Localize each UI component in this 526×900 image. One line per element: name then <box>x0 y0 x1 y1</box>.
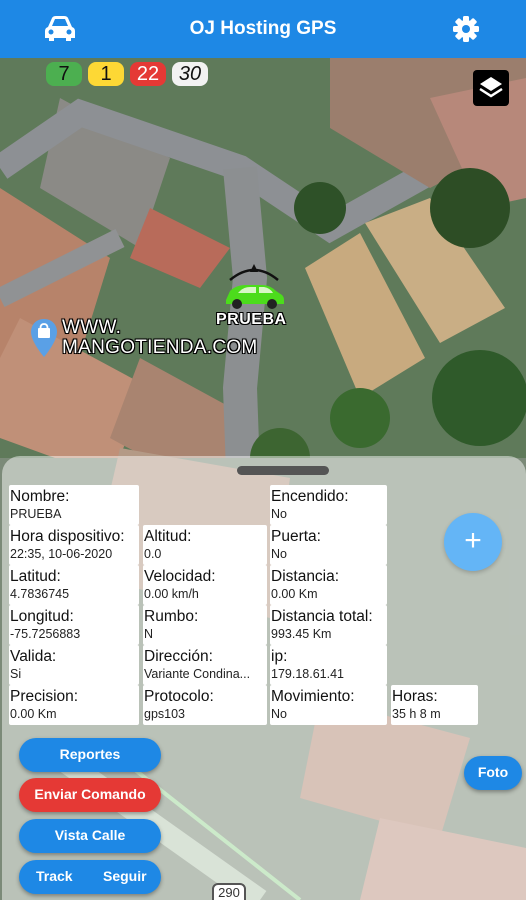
track-label[interactable]: Track <box>36 860 73 892</box>
detail-value: PRUEBA <box>10 507 62 521</box>
counter-total[interactable]: 30 <box>172 62 208 86</box>
plus-icon: + <box>464 524 482 557</box>
detail-value: 4.7836745 <box>10 587 70 601</box>
detail-value: -75.7256883 <box>10 627 81 641</box>
detail-label: Distancia total: <box>271 608 373 625</box>
detail-nombre: Nombre: PRUEBA <box>9 485 139 525</box>
vista-calle-button[interactable]: Vista Calle <box>19 819 161 853</box>
detail-precision: Precision: 0.00 Km <box>9 685 139 725</box>
detail-value: 0.00 Km <box>271 587 318 601</box>
detail-rumbo: Rumbo: N <box>143 605 267 645</box>
location-bag-icon[interactable] <box>30 318 58 363</box>
detail-label: Valida: <box>10 648 57 665</box>
layers-icon[interactable] <box>473 70 509 106</box>
detail-movimiento: Movimiento: No <box>270 685 387 725</box>
counter-yellow[interactable]: 1 <box>88 62 124 86</box>
foto-button[interactable]: Foto <box>464 756 522 790</box>
detail-value: No <box>271 707 287 721</box>
detail-altitud: Altitud: 0.0 <box>143 525 267 565</box>
detail-encendido: Encendido: No <box>270 485 387 525</box>
detail-value: N <box>144 627 154 641</box>
detail-value: 35 h 8 m <box>392 707 441 721</box>
detail-velocidad: Velocidad: 0.00 km/h <box>143 565 267 605</box>
detail-label: Latitud: <box>10 568 61 585</box>
detail-value: Variante Condina... <box>144 667 251 681</box>
detail-ip: ip: 179.18.61.41 <box>270 645 387 685</box>
detail-label: Hora dispositivo: <box>10 528 125 545</box>
detail-label: Dirección: <box>144 648 213 665</box>
detail-direccion: Dirección: Variante Condina... <box>143 645 267 685</box>
detail-label: Longitud: <box>10 608 74 625</box>
detail-label: Encendido: <box>271 488 349 505</box>
enviar-comando-button[interactable]: Enviar Comando <box>19 778 161 812</box>
status-counters: 7 1 22 30 <box>46 62 208 86</box>
detail-value: Si <box>10 667 22 681</box>
detail-protocolo: Protocolo: gps103 <box>143 685 267 725</box>
add-button[interactable]: + <box>444 513 502 571</box>
detail-value: 0.0 <box>144 547 162 561</box>
road-shield: 290 <box>212 883 246 900</box>
drag-handle[interactable] <box>237 466 329 475</box>
detail-hora: Hora dispositivo: 22:35, 10-06-2020 <box>9 525 139 565</box>
detail-value: 0.00 Km <box>10 707 57 721</box>
detail-puerta: Puerta: No <box>270 525 387 565</box>
detail-value: 993.45 Km <box>271 627 332 641</box>
detail-label: ip: <box>271 648 288 665</box>
poi-label-line2: MANGOTIENDA.COM <box>62 337 258 358</box>
detail-value: 0.00 km/h <box>144 587 199 601</box>
detail-value: gps103 <box>144 707 186 721</box>
vehicle-name[interactable]: PRUEBA <box>216 311 287 329</box>
detail-valida: Valida: Si <box>9 645 139 685</box>
detail-value: No <box>271 547 287 561</box>
detail-label: Horas: <box>392 688 438 705</box>
track-seguir-button[interactable]: Track Seguir <box>19 860 161 894</box>
detail-label: Precision: <box>10 688 79 705</box>
counter-green[interactable]: 7 <box>46 62 82 86</box>
detail-horas: Horas: 35 h 8 m <box>391 685 478 725</box>
reportes-button[interactable]: Reportes <box>19 738 161 772</box>
detail-label: Altitud: <box>144 528 192 545</box>
detail-distancia-total: Distancia total: 993.45 Km <box>270 605 387 645</box>
detail-label: Nombre: <box>10 488 70 505</box>
detail-longitud: Longitud: -75.7256883 <box>9 605 139 645</box>
detail-label: Velocidad: <box>144 568 216 585</box>
detail-value: 22:35, 10-06-2020 <box>10 547 113 561</box>
detail-label: Protocolo: <box>144 688 214 705</box>
detail-value: 179.18.61.41 <box>271 667 344 681</box>
gear-icon[interactable] <box>448 12 484 46</box>
detail-value: No <box>271 507 287 521</box>
detail-latitud: Latitud: 4.7836745 <box>9 565 139 605</box>
detail-label: Movimiento: <box>271 688 355 705</box>
detail-label: Distancia: <box>271 568 340 585</box>
app-header: OJ Hosting GPS <box>0 0 526 58</box>
detail-label: Rumbo: <box>144 608 199 625</box>
seguir-label[interactable]: Seguir <box>103 860 147 892</box>
counter-red[interactable]: 22 <box>130 62 166 86</box>
detail-distancia: Distancia: 0.00 Km <box>270 565 387 605</box>
detail-label: Puerta: <box>271 528 321 545</box>
